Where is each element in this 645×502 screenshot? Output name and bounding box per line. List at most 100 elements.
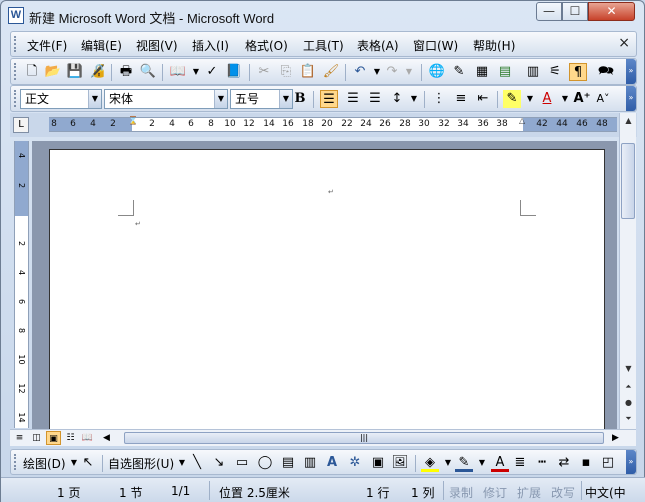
show-hide-icon[interactable]: ¶ (569, 63, 587, 81)
font-size-select[interactable]: 五号 ▼ (230, 89, 293, 109)
tables-borders-icon[interactable]: ✎ (450, 63, 468, 81)
new-document-icon[interactable]: 🗋 (23, 63, 41, 81)
copy-icon[interactable]: ⎘ (277, 63, 295, 81)
select-browse-object-icon[interactable]: ● (621, 395, 636, 410)
menu-insert[interactable]: 插入(I) (192, 37, 229, 54)
menu-format[interactable]: 格式(O) (245, 37, 288, 54)
toolbar-grip[interactable] (14, 454, 17, 470)
minimize-button[interactable]: — (536, 2, 562, 21)
previous-page-icon[interactable]: ⏶ (621, 379, 636, 394)
drawing-icon[interactable]: ⚟ (546, 63, 564, 81)
reading-view-icon[interactable]: 📖 (80, 431, 95, 445)
font-select[interactable]: 宋体 ▼ (104, 89, 228, 109)
vertical-text-box-icon[interactable]: ▥ (301, 454, 319, 472)
diagram-icon[interactable]: ✲ (346, 454, 364, 472)
document-page[interactable]: ↵ ↵ (49, 149, 605, 429)
redo-icon[interactable]: ↷ (383, 63, 401, 81)
menu-table[interactable]: 表格(A) (357, 37, 399, 54)
right-indent-marker[interactable]: △ (519, 116, 527, 134)
line-color-icon[interactable]: ✎ (455, 454, 473, 472)
scroll-right-icon[interactable]: ▶ (608, 431, 623, 445)
horizontal-ruler[interactable]: ⌛ △ 8 6 4 2 2 4 6 8 10 12 14 16 18 20 22… (49, 116, 617, 134)
status-record[interactable]: 录制 (449, 484, 473, 501)
web-view-icon[interactable]: ◫ (29, 431, 44, 445)
hyperlink-icon[interactable]: 🌐 (428, 63, 446, 81)
menu-help[interactable]: 帮助(H) (473, 37, 515, 54)
menu-window[interactable]: 窗口(W) (413, 37, 458, 54)
print-preview-icon[interactable]: 🔍 (139, 63, 157, 81)
oval-tool-icon[interactable]: ◯ (256, 454, 274, 472)
font-color-icon[interactable]: A (538, 90, 556, 108)
tab-selector[interactable]: L (13, 117, 29, 133)
chevron-down-icon[interactable]: ▼ (214, 90, 227, 108)
close-button[interactable]: ✕ (588, 2, 635, 21)
align-center-icon[interactable]: ☰ (344, 90, 362, 108)
research-icon[interactable]: 📖 (169, 63, 187, 81)
outline-view-icon[interactable]: ☷ (63, 431, 78, 445)
paste-icon[interactable]: 📋 (299, 63, 317, 81)
style-select[interactable]: 正文 ▼ (20, 89, 102, 109)
arrow-style-icon[interactable]: ⇄ (555, 454, 573, 472)
rectangle-tool-icon[interactable]: ▭ (233, 454, 251, 472)
insert-excel-icon[interactable]: ▤ (496, 63, 514, 81)
spelling-icon[interactable]: ✓ (203, 63, 221, 81)
chevron-down-icon[interactable]: ▼ (400, 63, 418, 81)
shrink-font-icon[interactable]: A˅ (594, 90, 612, 108)
shadow-style-icon[interactable]: ▪ (577, 454, 595, 472)
chevron-down-icon[interactable]: ▼ (556, 90, 574, 108)
normal-view-icon[interactable]: ≡ (12, 431, 27, 445)
first-line-indent-marker[interactable]: ⌛ (128, 116, 138, 134)
menu-tools[interactable]: 工具(T) (303, 37, 344, 54)
undo-icon[interactable]: ↶ (351, 63, 369, 81)
highlight-icon[interactable]: ✎ (503, 90, 521, 108)
format-painter-icon[interactable]: 🖌 (322, 63, 340, 81)
toolbar-grip[interactable] (14, 63, 17, 80)
vertical-scroll-thumb[interactable] (621, 143, 635, 219)
autoshapes-menu-button[interactable]: 自选图形(U) (108, 455, 174, 472)
align-right-icon[interactable]: ☰ (366, 90, 384, 108)
status-track-changes[interactable]: 修订 (483, 484, 507, 501)
chevron-down-icon[interactable]: ▼ (521, 90, 539, 108)
columns-icon[interactable]: ▥ (524, 63, 542, 81)
text-box-icon[interactable]: ▤ (279, 454, 297, 472)
clip-art-icon[interactable]: ▣ (369, 454, 387, 472)
align-justify-icon[interactable]: ☰ (320, 90, 338, 108)
draw-menu-button[interactable]: 绘图(D) (23, 455, 66, 472)
3d-style-icon[interactable]: ◰ (599, 454, 617, 472)
toolbar-options-chevron-icon[interactable]: » (626, 59, 636, 84)
word-app-icon[interactable]: W (8, 7, 24, 24)
toolbar-grip[interactable] (14, 36, 17, 52)
line-spacing-icon[interactable]: ↕ (388, 90, 406, 108)
status-extend[interactable]: 扩展 (517, 484, 541, 501)
chevron-down-icon[interactable]: ▼ (88, 90, 101, 108)
bold-button[interactable]: B (291, 90, 309, 108)
permission-icon[interactable]: 🔏 (89, 63, 107, 81)
scroll-up-icon[interactable]: ▲ (621, 113, 636, 128)
status-overtype[interactable]: 改写 (551, 484, 575, 501)
bullets-icon[interactable]: ≡ (452, 90, 470, 108)
vertical-scrollbar[interactable]: ▲ ▼ ⏶ ● ⏷ (619, 113, 636, 429)
insert-picture-icon[interactable]: 🖼 (391, 454, 409, 472)
decrease-indent-icon[interactable]: ⇤ (474, 90, 492, 108)
chevron-down-icon[interactable]: ▼ (473, 454, 491, 472)
scroll-left-icon[interactable]: ◀ (99, 431, 114, 445)
toolbar-grip[interactable] (14, 90, 17, 107)
wordart-icon[interactable]: A (323, 454, 341, 472)
open-folder-icon[interactable]: 📂 (44, 63, 62, 81)
line-tool-icon[interactable]: ╲ (188, 454, 206, 472)
research-book-icon[interactable]: 📘 (225, 63, 243, 81)
numbering-icon[interactable]: ⋮ (430, 90, 448, 108)
horizontal-scroll-thumb[interactable]: ||| (124, 432, 604, 444)
save-icon[interactable]: 💾 (66, 63, 84, 81)
draw-font-color-icon[interactable]: A (491, 454, 509, 472)
select-objects-icon[interactable]: ↖ (79, 454, 97, 472)
insert-table-icon[interactable]: ▦ (473, 63, 491, 81)
cut-icon[interactable]: ✂ (255, 63, 273, 81)
menu-view[interactable]: 视图(V) (136, 37, 178, 54)
menu-edit[interactable]: 编辑(E) (81, 37, 122, 54)
arrow-tool-icon[interactable]: ↘ (210, 454, 228, 472)
toolbar-options-chevron-icon[interactable]: » (626, 86, 636, 111)
chevron-down-icon[interactable]: ▼ (405, 90, 423, 108)
line-style-icon[interactable]: ≣ (511, 454, 529, 472)
fill-color-icon[interactable]: ◈ (421, 454, 439, 472)
